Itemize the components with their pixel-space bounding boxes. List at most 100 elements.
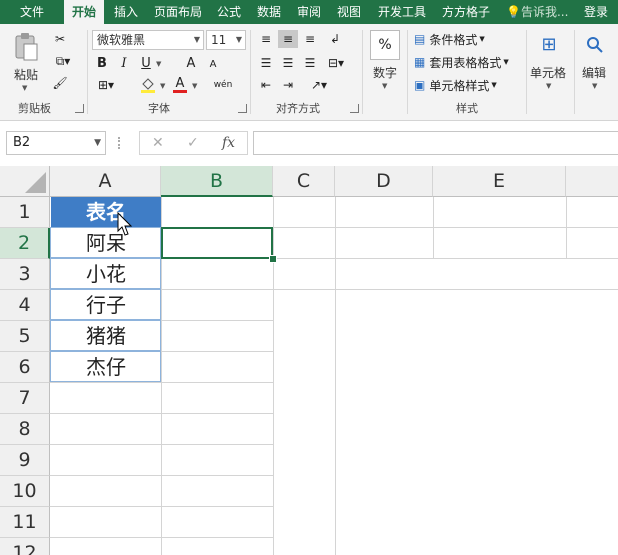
font-color-button[interactable]: A (172, 76, 188, 94)
select-all-triangle-icon (25, 172, 46, 193)
tab-page-layout[interactable]: 页面布局 (150, 0, 206, 24)
paste-dropdown-arrow[interactable]: ▼ (22, 84, 27, 92)
name-box[interactable]: B2 ▼ (6, 131, 106, 155)
fill-handle[interactable] (269, 255, 277, 263)
editing-button[interactable] (580, 30, 610, 60)
tell-me-box[interactable]: 💡告诉我... (506, 0, 578, 24)
row-header-6[interactable]: 6 (0, 352, 50, 383)
tab-view[interactable]: 视图 (332, 0, 366, 24)
conditional-format-button[interactable]: ▤ 条件格式 ▼ (414, 30, 510, 48)
column-header-e[interactable]: E (433, 166, 566, 197)
tab-fangfang[interactable]: 方方格子 (438, 0, 494, 24)
clipboard-launcher[interactable] (75, 104, 84, 113)
column-header-c[interactable]: C (273, 166, 335, 197)
align-left-button[interactable]: ☰ (256, 54, 276, 72)
worksheet-grid[interactable]: A B C D E 1 2 3 4 5 6 7 8 9 10 11 12 表名 … (0, 166, 618, 555)
column-header-f[interactable] (566, 166, 618, 197)
enter-icon[interactable]: ✓ (187, 135, 199, 151)
cell-a3[interactable]: 小花 (51, 259, 161, 289)
cut-button[interactable]: ✂ (50, 30, 70, 48)
number-dropdown-arrow[interactable]: ▼ (382, 82, 387, 90)
decrease-indent-button[interactable]: ⇤ (256, 76, 276, 94)
tab-review[interactable]: 审阅 (292, 0, 326, 24)
format-painter-button[interactable]: 🖌 (50, 74, 70, 92)
underline-button[interactable]: U (138, 54, 154, 72)
font-color-swatch (173, 90, 187, 93)
font-launcher[interactable] (238, 104, 247, 113)
cells-button[interactable]: ⊞ (534, 30, 564, 60)
insert-function-icon[interactable]: fx (222, 135, 235, 151)
wrap-text-button[interactable]: ↲ (324, 30, 346, 48)
row-header-4[interactable]: 4 (0, 290, 50, 321)
font-size-select[interactable]: 11 ▼ (206, 30, 246, 50)
cell-a5[interactable]: 猪猪 (51, 321, 161, 351)
row-header-1[interactable]: 1 (0, 197, 50, 228)
row-header-11[interactable]: 11 (0, 507, 50, 538)
row-header-12[interactable]: 12 (0, 538, 50, 555)
gridline-horizontal (50, 537, 274, 538)
gridline-vertical (273, 197, 274, 555)
column-header-a[interactable]: A (50, 166, 161, 197)
format-as-table-button[interactable]: ▦ 套用表格格式 ▼ (414, 53, 524, 71)
tab-developer[interactable]: 开发工具 (374, 0, 430, 24)
cell-a2[interactable]: 阿呆 (51, 228, 161, 258)
font-color-dropdown-arrow[interactable]: ▼ (192, 82, 197, 90)
tab-file[interactable]: 文件 (10, 0, 54, 24)
increase-indent-button[interactable]: ⇥ (278, 76, 298, 94)
row-header-7[interactable]: 7 (0, 383, 50, 414)
merge-center-button[interactable]: ⊟▾ (324, 54, 348, 72)
borders-button[interactable]: ⊞▾ (94, 76, 118, 94)
italic-button[interactable]: I (116, 54, 132, 72)
cell-a1[interactable]: 表名 (51, 197, 161, 227)
row-header-10[interactable]: 10 (0, 476, 50, 507)
select-all-corner[interactable] (0, 166, 50, 197)
row-header-9[interactable]: 9 (0, 445, 50, 476)
number-label: 数字 (373, 66, 398, 80)
align-center-button[interactable]: ☰ (278, 54, 298, 72)
alignment-launcher[interactable] (350, 104, 359, 113)
cell-styles-button[interactable]: ▣ 单元格样式 ▼ (414, 76, 514, 94)
grow-font-button[interactable]: A (184, 54, 198, 72)
tell-me-label: 告诉我... (520, 5, 569, 19)
align-top-button[interactable]: ≡ (256, 30, 276, 48)
login-link[interactable]: 登录 (584, 0, 614, 24)
lightbulb-icon: 💡 (506, 5, 521, 19)
cell-styles-label: 单元格样式 (429, 78, 490, 93)
active-cell-b2[interactable] (161, 227, 273, 259)
column-header-b[interactable]: B (161, 166, 273, 197)
column-header-d[interactable]: D (335, 166, 433, 197)
formula-bar-grip[interactable] (118, 137, 123, 149)
fill-color-dropdown-arrow[interactable]: ▼ (160, 82, 165, 90)
shrink-font-button[interactable]: A (206, 56, 220, 72)
cancel-icon[interactable]: ✕ (152, 135, 164, 151)
tab-insert[interactable]: 插入 (110, 0, 142, 24)
align-middle-button[interactable]: ≡ (278, 30, 298, 48)
number-format-button[interactable]: % (370, 30, 400, 60)
cells-dropdown-arrow[interactable]: ▼ (546, 82, 551, 90)
tab-home[interactable]: 开始 (64, 0, 104, 24)
fill-color-button[interactable] (138, 76, 158, 94)
cell-a6[interactable]: 杰仔 (51, 352, 161, 382)
align-bottom-button[interactable]: ≡ (300, 30, 320, 48)
font-size-value: 11 (211, 33, 227, 47)
align-right-button[interactable]: ☰ (300, 54, 320, 72)
font-name-select[interactable]: 微软雅黑 ▼ (92, 30, 204, 50)
copy-icon: ⧉▾ (55, 54, 71, 68)
phonetic-button[interactable]: wén (212, 76, 234, 94)
row-header-8[interactable]: 8 (0, 414, 50, 445)
row-header-3[interactable]: 3 (0, 259, 50, 290)
row-header-2[interactable]: 2 (0, 228, 50, 259)
formula-input[interactable] (253, 131, 618, 155)
row-header-5[interactable]: 5 (0, 321, 50, 352)
copy-button[interactable]: ⧉▾ (50, 52, 76, 70)
bold-button[interactable]: B (94, 54, 110, 72)
editing-dropdown-arrow[interactable]: ▼ (592, 82, 597, 90)
paste-button[interactable] (10, 30, 42, 64)
tab-formulas[interactable]: 公式 (212, 0, 246, 24)
group-divider (407, 30, 408, 114)
orientation-button[interactable]: ↗▾ (306, 76, 332, 94)
underline-dropdown-arrow[interactable]: ▼ (156, 60, 161, 68)
chevron-down-icon: ▼ (193, 35, 200, 44)
cell-a4[interactable]: 行子 (51, 290, 161, 320)
tab-data[interactable]: 数据 (252, 0, 286, 24)
